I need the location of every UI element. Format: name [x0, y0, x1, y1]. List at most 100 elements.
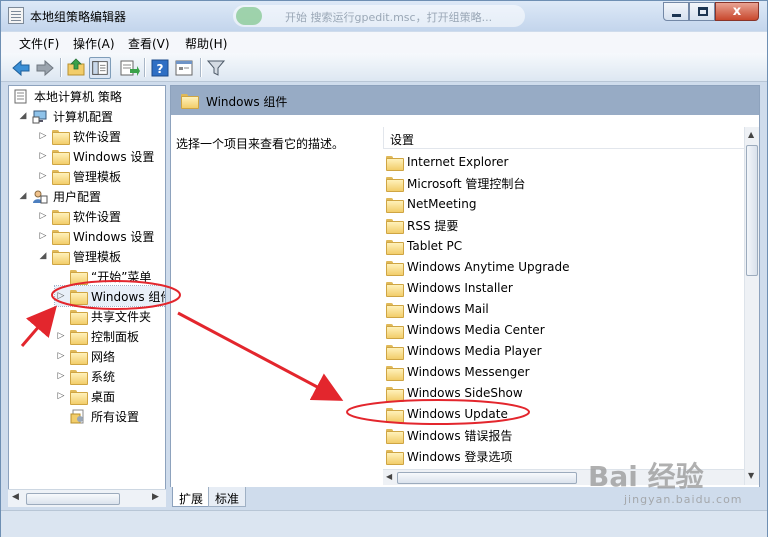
expand-arrow-icon[interactable]: ▷: [55, 370, 67, 382]
expand-arrow-icon[interactable]: ▷: [55, 290, 67, 302]
list-item-label: Windows Messenger: [407, 365, 530, 379]
close-button[interactable]: x: [715, 2, 759, 21]
menu-view[interactable]: 查看(V): [128, 35, 170, 52]
list-item[interactable]: Windows Anytime Upgrade: [386, 257, 570, 277]
menu-action[interactable]: 操作(A): [73, 35, 115, 52]
properties-icon[interactable]: [173, 57, 195, 79]
tree-item-root[interactable]: 本地计算机 策略: [13, 86, 122, 106]
expand-arrow-icon[interactable]: ▷: [37, 150, 49, 162]
tree-item-system[interactable]: ▷ 系统: [55, 366, 115, 386]
scroll-left-icon[interactable]: ◀: [12, 492, 19, 502]
title-bar[interactable]: 本地组策略编辑器 开始 搜索运行gpedit.msc，打开组策略... x: [1, 1, 767, 31]
scroll-down-icon[interactable]: ▼: [748, 471, 754, 480]
list-item[interactable]: Internet Explorer: [386, 152, 508, 172]
collapse-arrow-icon[interactable]: ◢: [17, 190, 29, 202]
folder-icon: [70, 369, 88, 385]
expand-arrow-icon[interactable]: ▷: [37, 210, 49, 222]
tree-item-cc-admin[interactable]: ▷ 管理模板: [37, 166, 121, 186]
details-header: Windows 组件: [171, 86, 759, 115]
tree-item-all-settings[interactable]: 所有设置: [70, 406, 139, 426]
filter-icon[interactable]: [205, 57, 227, 79]
tree-horizontal-scrollbar[interactable]: ◀ ▶: [8, 489, 166, 507]
folder-icon: [52, 149, 70, 165]
list-item[interactable]: Windows 登录选项: [386, 446, 512, 466]
expand-arrow-icon[interactable]: ▷: [37, 130, 49, 142]
tree-item-uc-admin[interactable]: ◢ 管理模板: [37, 246, 121, 266]
menu-file[interactable]: 文件(F): [19, 35, 59, 52]
menu-help[interactable]: 帮助(H): [185, 35, 227, 52]
folder-icon: [386, 302, 404, 318]
scroll-up-icon[interactable]: ▲: [748, 130, 754, 139]
list-item[interactable]: Windows 错误报告: [386, 425, 512, 445]
tree-item-shared-folders[interactable]: 共享文件夹: [70, 306, 151, 326]
tree-label: 网络: [91, 349, 116, 364]
list-item[interactable]: Windows SideShow: [386, 383, 523, 403]
list-item-label: Windows 错误报告: [407, 428, 513, 443]
list-item[interactable]: Tablet PC: [386, 236, 462, 256]
column-header-setting[interactable]: 设置: [383, 127, 759, 149]
folder-icon: [386, 323, 404, 339]
show-hide-tree-icon[interactable]: [89, 57, 111, 79]
tree-item-uc-windows[interactable]: ▷ Windows 设置: [37, 226, 154, 246]
tree-label: Windows 组件: [91, 289, 166, 304]
expand-arrow-icon[interactable]: ▷: [55, 390, 67, 402]
tab-standard[interactable]: 标准: [208, 487, 247, 507]
list-item[interactable]: Windows Media Player: [386, 341, 542, 361]
folder-icon: [181, 94, 199, 109]
collapse-arrow-icon[interactable]: ◢: [17, 110, 29, 122]
list-item-label: Windows Mail: [407, 302, 489, 316]
scrollbar-thumb[interactable]: [397, 472, 577, 484]
scroll-right-icon[interactable]: ▶: [152, 492, 159, 502]
tree-item-windows-components[interactable]: ▷ Windows 组件: [53, 285, 166, 307]
list-item[interactable]: Windows Mail: [386, 299, 489, 319]
scrollbar-thumb[interactable]: [26, 493, 120, 505]
export-list-icon[interactable]: [118, 57, 140, 79]
list-item-windows-update[interactable]: Windows Update: [386, 404, 508, 424]
watermark-banner: 开始 搜索运行gpedit.msc，打开组策略...: [233, 5, 525, 27]
list-item[interactable]: Windows Installer: [386, 278, 513, 298]
list-item[interactable]: Windows Media Center: [386, 320, 545, 340]
scrollbar-thumb[interactable]: [746, 145, 758, 276]
tree-item-computer-config[interactable]: ◢ 计算机配置: [17, 106, 113, 126]
folder-icon: [386, 407, 404, 423]
expand-arrow-icon[interactable]: ▷: [55, 350, 67, 362]
scroll-left-icon[interactable]: ◀: [386, 472, 392, 481]
tree-item-start-menu[interactable]: “开始”菜单: [70, 266, 151, 286]
tree-item-network[interactable]: ▷ 网络: [55, 346, 115, 366]
expand-arrow-icon[interactable]: ▷: [37, 230, 49, 242]
folder-icon: [70, 329, 88, 345]
tree-item-desktop[interactable]: ▷ 桌面: [55, 386, 115, 406]
list-item[interactable]: Microsoft 管理控制台: [386, 173, 525, 193]
tree-pane[interactable]: 本地计算机 策略 ◢ 计算机配置 ▷ 软件设置 ▷ Windows 设置 ▷ 管…: [8, 85, 166, 507]
expand-arrow-icon[interactable]: ▷: [37, 170, 49, 182]
forward-icon[interactable]: [34, 57, 56, 79]
tree-item-uc-software[interactable]: ▷ 软件设置: [37, 206, 121, 226]
tree-item-control-panel[interactable]: ▷ 控制面板: [55, 326, 139, 346]
list-item[interactable]: RSS 提要: [386, 215, 458, 235]
list-item-label: Tablet PC: [407, 239, 463, 253]
user-icon: [33, 190, 48, 203]
back-icon[interactable]: [10, 57, 32, 79]
list-item[interactable]: Windows Messenger: [386, 362, 530, 382]
folder-icon: [386, 386, 404, 402]
collapse-arrow-icon[interactable]: ◢: [37, 250, 49, 262]
tree-item-user-config[interactable]: ◢ 用户配置: [17, 186, 101, 206]
list-vertical-scrollbar[interactable]: ▲ ▼: [744, 127, 759, 485]
tree-item-cc-software[interactable]: ▷ 软件设置: [37, 126, 121, 146]
up-folder-icon[interactable]: [65, 57, 87, 79]
folder-icon: [386, 239, 404, 255]
close-icon: x: [732, 4, 742, 19]
tree-label: 控制面板: [91, 329, 140, 344]
tree-label: 管理模板: [73, 169, 122, 184]
expand-arrow-icon[interactable]: ▷: [55, 330, 67, 342]
folder-icon: [386, 428, 404, 444]
list-item[interactable]: NetMeeting: [386, 194, 476, 214]
help-icon[interactable]: ?: [149, 57, 171, 79]
tree-label: 桌面: [91, 389, 116, 404]
toolbar-separator: [144, 58, 145, 77]
tab-extended[interactable]: 扩展: [172, 487, 211, 507]
tree-item-cc-windows[interactable]: ▷ Windows 设置: [37, 146, 154, 166]
tree-label: 计算机配置: [53, 109, 114, 124]
maximize-button[interactable]: [689, 2, 715, 21]
minimize-button[interactable]: [663, 2, 689, 21]
